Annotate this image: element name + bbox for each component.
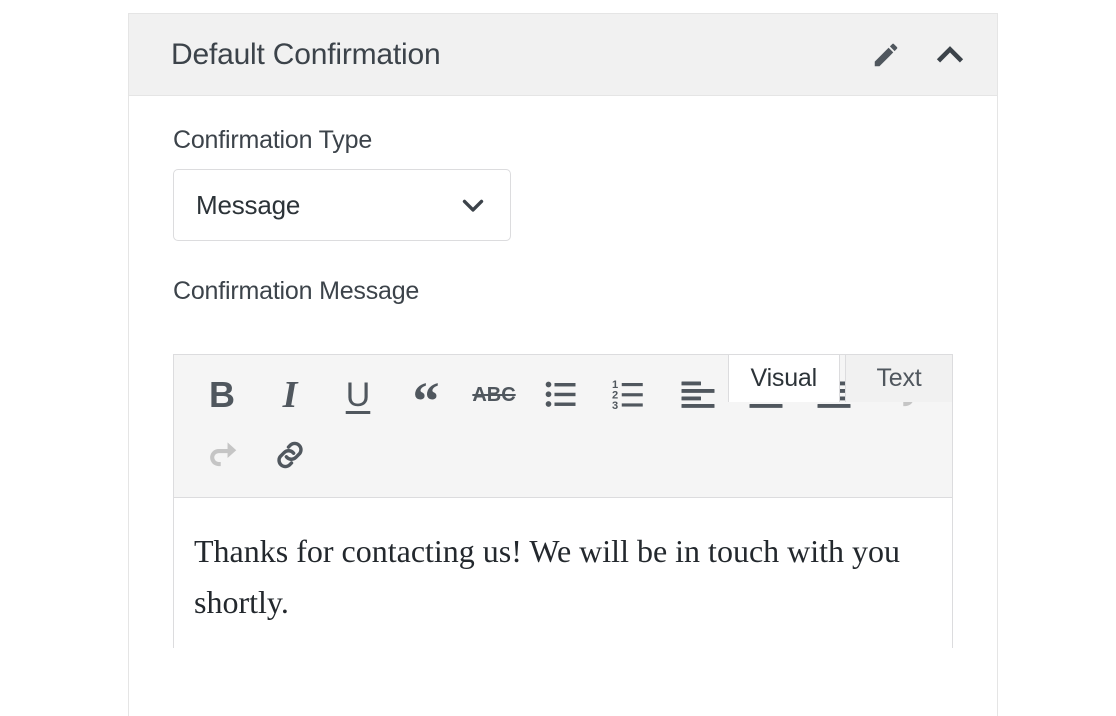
collapse-chevron-up-icon[interactable] — [933, 38, 967, 72]
header-actions — [869, 38, 967, 72]
tab-text[interactable]: Text — [845, 354, 953, 402]
align-left-icon[interactable] — [664, 365, 732, 425]
editor-body-text: Thanks for contacting us! We will be in … — [194, 533, 901, 620]
edit-pencil-icon[interactable] — [869, 38, 903, 72]
tab-text-label: Text — [876, 364, 922, 392]
redo-icon[interactable] — [188, 425, 256, 485]
strikethrough-icon[interactable]: ABC — [460, 365, 528, 425]
confirmation-message-label: Confirmation Message — [173, 277, 420, 305]
underline-icon[interactable]: U — [324, 365, 392, 425]
confirmation-type-select[interactable]: Message — [173, 169, 511, 241]
link-icon[interactable] — [256, 425, 324, 485]
italic-icon-glyph: I — [282, 374, 298, 416]
confirmation-type-value: Message — [196, 189, 301, 220]
underline-icon-glyph: U — [345, 376, 371, 414]
blockquote-icon[interactable]: “ — [392, 365, 460, 432]
page-title: Default Confirmation — [171, 37, 441, 71]
ordered-list-icon[interactable]: 1 2 3 — [596, 365, 664, 425]
panel-header: Default Confirmation — [129, 14, 997, 96]
blockquote-icon-glyph: “ — [412, 371, 440, 432]
italic-icon[interactable]: I — [256, 365, 324, 425]
confirmation-type-label: Confirmation Type — [173, 126, 373, 154]
chevron-down-icon — [456, 188, 490, 222]
confirmation-message-editor: Visual Text B I U “ ABC 1 2 3 Thanks for … — [173, 354, 953, 648]
editor-content-area[interactable]: Thanks for contacting us! We will be in … — [174, 498, 952, 648]
panel-body: Confirmation Type Message Confirmation M… — [129, 96, 997, 648]
bold-icon[interactable]: B — [188, 365, 256, 425]
editor-mode-tabs: Visual Text — [727, 354, 953, 402]
bold-icon-glyph: B — [209, 374, 235, 415]
tab-visual[interactable]: Visual — [727, 354, 840, 402]
default-confirmation-panel: Default Confirmation Confirmation Type M… — [128, 13, 998, 716]
strikethrough-icon-glyph: ABC — [472, 384, 516, 406]
svg-text:3: 3 — [612, 400, 618, 412]
tab-visual-label: Visual — [750, 364, 818, 392]
unordered-list-icon[interactable] — [528, 365, 596, 425]
